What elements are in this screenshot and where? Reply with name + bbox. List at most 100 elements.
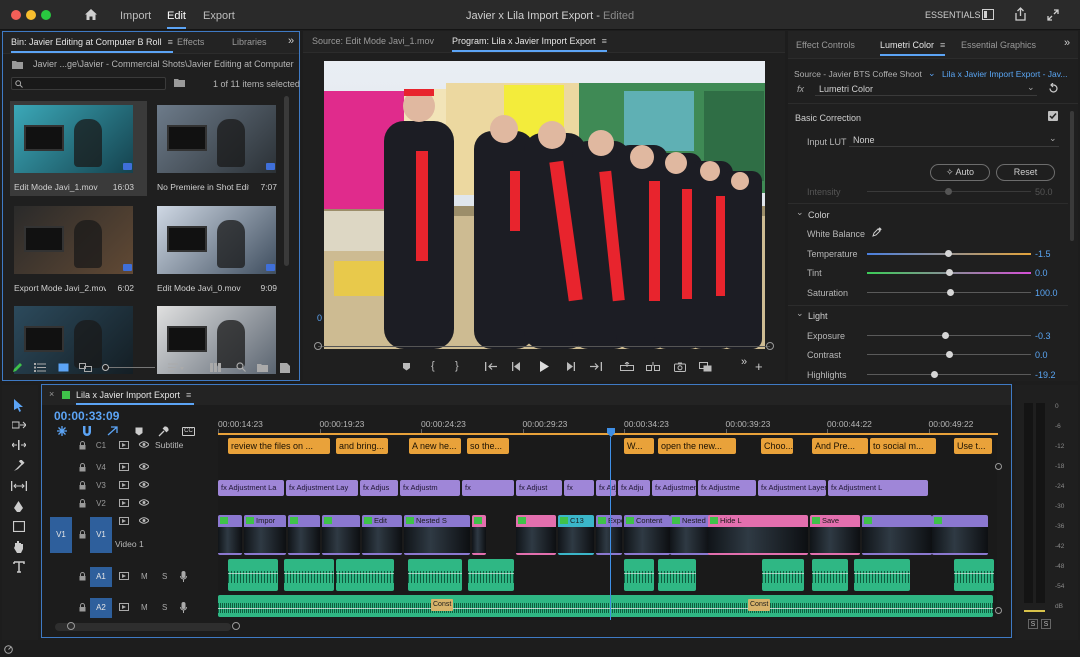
marker-icon[interactable] (402, 362, 411, 371)
lock-icon[interactable] (79, 499, 86, 508)
a1-track[interactable] (218, 557, 997, 593)
solo-button[interactable]: S (162, 603, 167, 612)
audio-clip-music[interactable] (218, 595, 993, 617)
rectangle-tool-icon[interactable] (13, 521, 25, 532)
project-item[interactable] (10, 302, 147, 397)
horizontal-scroll-handle-right[interactable] (232, 622, 240, 630)
new-bin-icon[interactable] (257, 363, 268, 372)
tab-source-monitor[interactable]: Source: Edit Mode Javi_1.mov (312, 36, 434, 46)
extract-icon[interactable] (646, 362, 660, 371)
track-target-toggle[interactable]: V2 (92, 497, 110, 511)
item-thumbnail[interactable] (157, 105, 276, 173)
zoom-window-button[interactable] (41, 10, 51, 20)
vertical-scroll-handle-top[interactable] (995, 463, 1002, 470)
timeline-timecode[interactable]: 00:00:33:09 (54, 409, 119, 423)
workspaces-panel-icon[interactable] (982, 9, 994, 20)
slip-tool-icon[interactable] (11, 481, 27, 491)
minimize-window-button[interactable] (26, 10, 36, 20)
mark-in-icon[interactable]: { (431, 360, 435, 372)
close-window-button[interactable] (11, 10, 21, 20)
overflow-chevron-icon[interactable]: » (288, 35, 294, 47)
project-item[interactable] (153, 302, 290, 397)
audio-clip[interactable] (228, 559, 278, 591)
audio-clip[interactable] (954, 559, 994, 591)
lock-icon[interactable] (79, 481, 86, 490)
adjustment-layer-clip[interactable]: fx Adjus (360, 480, 398, 496)
playhead[interactable] (606, 428, 616, 438)
video-clip[interactable]: Nested S (404, 515, 470, 555)
source-patch-v1[interactable]: V1 (50, 517, 72, 553)
razor-tool-icon[interactable] (13, 460, 25, 472)
track-target-toggle[interactable]: C1 (92, 439, 110, 453)
track-content[interactable]: review the files on ... and bring... A new… (218, 437, 997, 620)
video-clip[interactable] (472, 515, 486, 555)
track-header[interactable]: A2 M S (42, 595, 218, 621)
audio-clip[interactable] (336, 559, 394, 591)
video-clip[interactable]: Hide L (708, 515, 808, 555)
add-marker-icon[interactable] (135, 427, 143, 436)
a2-track[interactable]: Const Const (218, 594, 997, 618)
video-clip[interactable] (516, 515, 556, 555)
subtitle-clip[interactable]: review the files on ... (228, 438, 330, 454)
hand-tool-icon[interactable] (13, 540, 25, 553)
video-clip[interactable]: C13 (558, 515, 594, 555)
nest-icon[interactable] (57, 426, 67, 436)
reset-button[interactable]: Reset (996, 164, 1055, 181)
v1-track[interactable]: Impor Edit Nested S C13 Expo Content Nested S H… (218, 515, 997, 555)
subtitle-clip[interactable]: W... (624, 438, 654, 454)
lock-icon[interactable] (79, 572, 86, 581)
audio-clip[interactable] (284, 559, 334, 591)
adjustment-layer-clip[interactable]: fx Adjustment La (218, 480, 284, 496)
tab-effect-controls[interactable]: Effect Controls (796, 40, 855, 50)
comparison-view-icon[interactable] (699, 362, 712, 372)
item-thumbnail[interactable] (14, 206, 133, 274)
adjustment-layer-clip[interactable]: fx (462, 480, 514, 496)
share-icon[interactable] (1014, 7, 1027, 21)
basic-correction-checkbox[interactable] (1048, 111, 1058, 121)
color-section-heading[interactable]: Color (808, 210, 830, 220)
exposure-slider[interactable] (867, 335, 1031, 336)
audio-clip[interactable] (658, 559, 696, 591)
video-clip[interactable]: Save (810, 515, 860, 555)
play-icon[interactable] (539, 361, 549, 372)
tint-value[interactable]: 0.0 (1035, 268, 1048, 278)
highlights-slider[interactable] (867, 374, 1031, 375)
intensity-knob[interactable] (945, 188, 952, 195)
adjustment-layer-clip[interactable]: fx Adjustme (698, 480, 756, 496)
monitor-scrub-start-handle[interactable] (314, 342, 322, 350)
video-clip[interactable] (932, 515, 988, 555)
new-search-bin-icon[interactable] (174, 78, 185, 87)
mute-button[interactable]: M (141, 572, 148, 581)
highlights-value[interactable]: -19.2 (1035, 370, 1056, 380)
pencil-icon[interactable] (12, 362, 23, 373)
search-input[interactable] (25, 78, 163, 89)
input-lut-select[interactable]: None ⌄ (849, 133, 1059, 147)
solo-right-button[interactable]: S (1041, 619, 1051, 629)
subtitle-track[interactable]: review the files on ... and bring... A new… (218, 437, 997, 455)
tab-libraries[interactable]: Libraries (232, 37, 267, 47)
adjustment-layer-clip[interactable]: fx Adju (596, 480, 616, 496)
constant-power-transition[interactable]: Const (748, 599, 771, 611)
menu-icon[interactable]: ≡ (168, 37, 173, 47)
light-section-heading[interactable]: Light (808, 311, 828, 321)
lift-icon[interactable] (620, 362, 634, 371)
sync-lock-icon[interactable] (119, 499, 129, 507)
contrast-value[interactable]: 0.0 (1035, 350, 1048, 360)
video-clip[interactable]: Content (624, 515, 670, 555)
adjustment-layer-clip[interactable]: fx Adjust (516, 480, 562, 496)
subtitle-clip[interactable]: and bring... (336, 438, 388, 454)
track-target-toggle[interactable]: V4 (92, 461, 110, 475)
monitor-scrub-end-handle[interactable] (766, 342, 774, 350)
tab-effects[interactable]: Effects (177, 37, 204, 47)
tab-program-monitor[interactable]: Program: Lila x Javier Import Export ≡ (452, 36, 607, 52)
audio-clip[interactable] (762, 559, 804, 591)
step-forward-icon[interactable] (565, 362, 575, 371)
lock-icon[interactable] (79, 603, 86, 612)
captions-icon[interactable]: CC (182, 427, 195, 436)
solo-button[interactable]: S (162, 572, 167, 581)
menu-icon[interactable]: ≡ (940, 40, 945, 50)
video-clip[interactable]: Nested S (670, 515, 710, 555)
subtitle-clip[interactable]: Use t... (954, 438, 992, 454)
sync-lock-icon[interactable] (119, 481, 129, 489)
chevron-down-icon[interactable]: ⌄ (928, 68, 936, 79)
